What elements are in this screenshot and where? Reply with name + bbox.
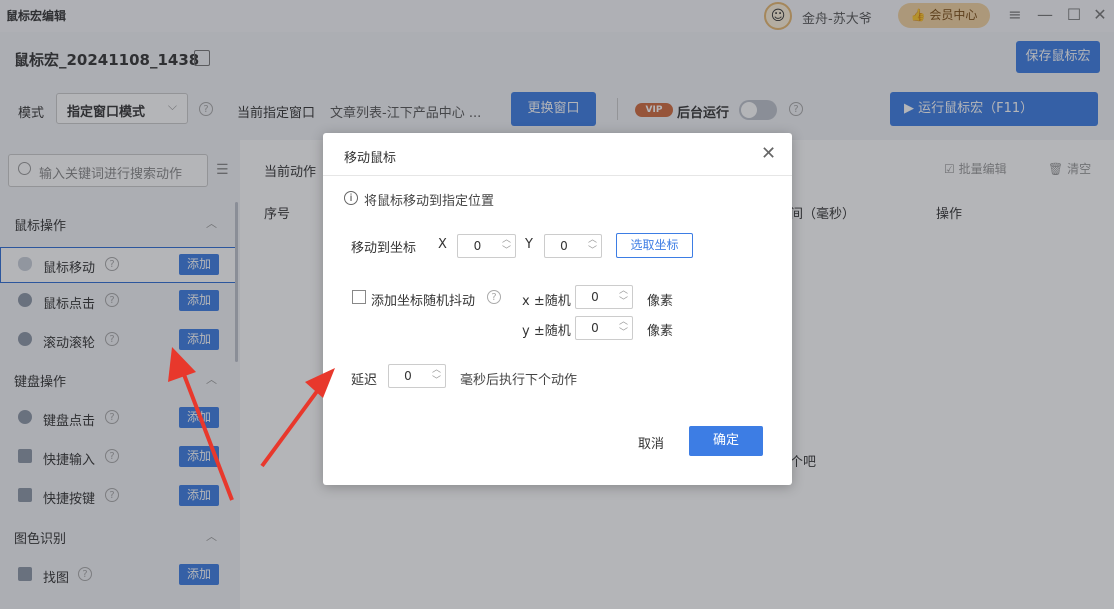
annotation-arrows bbox=[168, 347, 335, 501]
annotation-arrow-to-delay bbox=[260, 368, 335, 468]
annotation-arrow-to-add bbox=[168, 347, 234, 501]
